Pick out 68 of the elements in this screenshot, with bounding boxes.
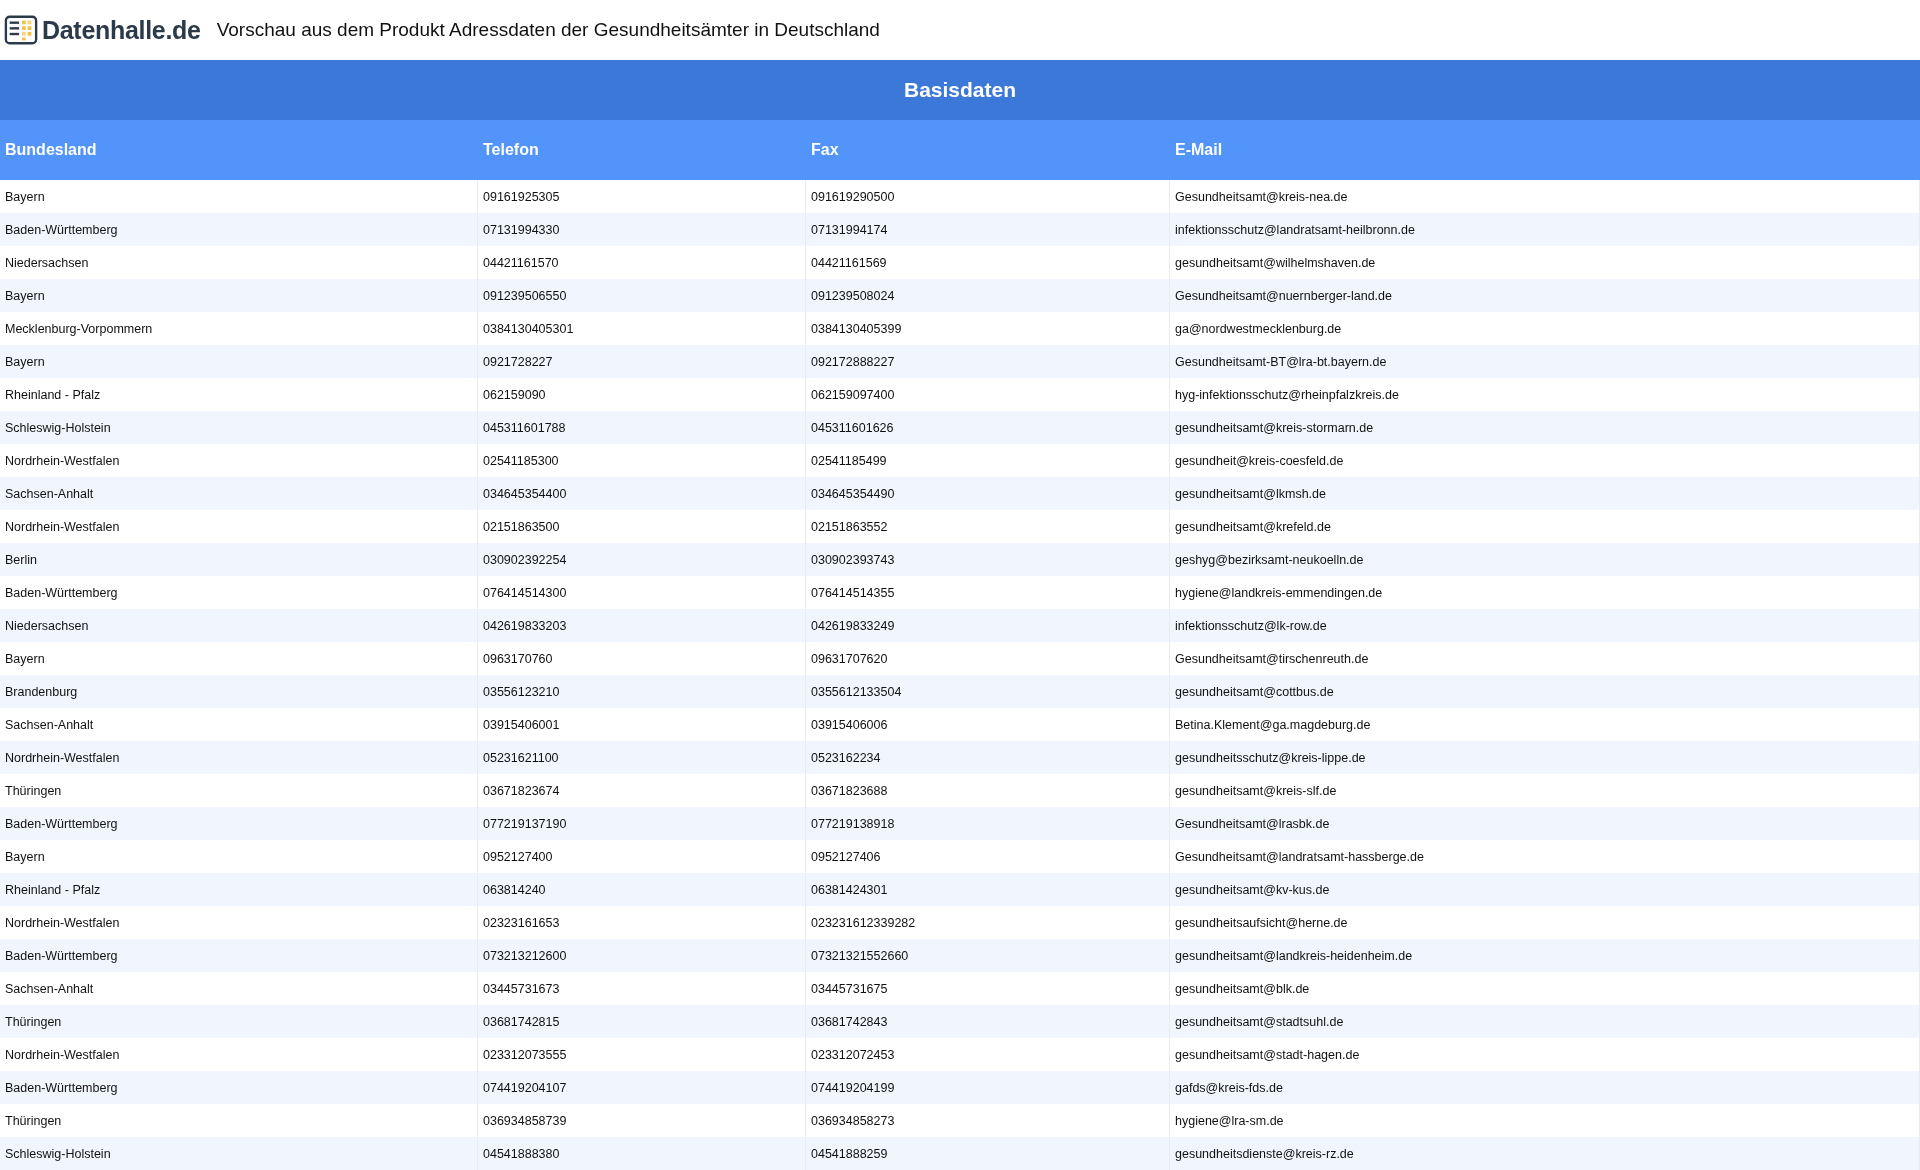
table-cell: 045311601626 [806, 411, 1170, 444]
table-cell: gesundheitsamt@landkreis-heidenheim.de [1170, 939, 1920, 972]
table-cell: Nordrhein-Westfalen [0, 741, 478, 774]
table-cell: gesundheitsamt@lkmsh.de [1170, 477, 1920, 510]
table-cell: 091239506550 [478, 279, 806, 312]
table-cell: Brandenburg [0, 675, 478, 708]
table-cell: Gesundheitsamt@lrasbk.de [1170, 807, 1920, 840]
table-cell: 04541888259 [806, 1137, 1170, 1170]
brand-name[interactable]: Datenhalle.de [42, 15, 201, 45]
table-cell: 0523162234 [806, 741, 1170, 774]
table-cell: 045311601788 [478, 411, 806, 444]
table-cell: infektionsschutz@landratsamt-heilbronn.de [1170, 213, 1920, 246]
table-cell: Baden-Württemberg [0, 807, 478, 840]
table-cell: Gesundheitsamt@nuernberger-land.de [1170, 279, 1920, 312]
table-cell: gesundheitsamt@kv-kus.de [1170, 873, 1920, 906]
table-cell: 030902392254 [478, 543, 806, 576]
table-cell: Schleswig-Holstein [0, 1137, 478, 1170]
table-cell: 091239508024 [806, 279, 1170, 312]
column-header: Telefon [478, 120, 806, 180]
table-cell: Bayern [0, 279, 478, 312]
column-header: Bundesland [0, 120, 478, 180]
table-cell: 0355612133504 [806, 675, 1170, 708]
table-cell: 04541888380 [478, 1137, 806, 1170]
table-cell: gesundheitsamt@stadtsuhl.de [1170, 1005, 1920, 1038]
table-cell: 074419204199 [806, 1071, 1170, 1104]
column-header: Fax [806, 120, 1170, 180]
table-cell: gesundheitsschutz@kreis-lippe.de [1170, 741, 1920, 774]
table-cell: Baden-Württemberg [0, 939, 478, 972]
table-title: Basisdaten [0, 60, 1920, 120]
table-cell: 034645354400 [478, 477, 806, 510]
table-cell: geshyg@bezirksamt-neukoelln.de [1170, 543, 1920, 576]
table-cell: 073213212600 [478, 939, 806, 972]
table-cell: 030902393743 [806, 543, 1170, 576]
table-cell: 077219137190 [478, 807, 806, 840]
logo-icon [4, 13, 38, 47]
table-cell: 0921728227 [478, 345, 806, 378]
table-cell: gafds@kreis-fds.de [1170, 1071, 1920, 1104]
table-cell: 07321321552660 [806, 939, 1170, 972]
table-cell: Baden-Württemberg [0, 1071, 478, 1104]
table-cell: Schleswig-Holstein [0, 411, 478, 444]
table-cell: 07131994174 [806, 213, 1170, 246]
table-cell: 042619833249 [806, 609, 1170, 642]
column-header: E-Mail [1170, 120, 1920, 180]
table-cell: 063814240 [478, 873, 806, 906]
table-cell: infektionsschutz@lk-row.de [1170, 609, 1920, 642]
table-cell: 034645354490 [806, 477, 1170, 510]
table-cell: Rheinland - Pfalz [0, 873, 478, 906]
table-cell: 03681742815 [478, 1005, 806, 1038]
table-cell: 03556123210 [478, 675, 806, 708]
table-cell: gesundheitsamt@cottbus.de [1170, 675, 1920, 708]
table-cell: Thüringen [0, 1005, 478, 1038]
table-cell: gesundheitsdienste@kreis-rz.de [1170, 1137, 1920, 1170]
table-cell: 077219138918 [806, 807, 1170, 840]
table-cell: 042619833203 [478, 609, 806, 642]
table-cell: gesundheitsamt@kreis-stormarn.de [1170, 411, 1920, 444]
table-cell: Berlin [0, 543, 478, 576]
table-cell: Gesundheitsamt-BT@lra-bt.bayern.de [1170, 345, 1920, 378]
table-cell: Baden-Württemberg [0, 213, 478, 246]
table-cell: 05231621100 [478, 741, 806, 774]
table-cell: Niedersachsen [0, 609, 478, 642]
table-cell: 074419204107 [478, 1071, 806, 1104]
table-cell: Bayern [0, 345, 478, 378]
table-cell: 03681742843 [806, 1005, 1170, 1038]
table-cell: 07131994330 [478, 213, 806, 246]
table-cell: 06381424301 [806, 873, 1170, 906]
page-title: Vorschau aus dem Produkt Adressdaten der Gesundheitsämter in Deutschland [216, 19, 880, 41]
table-cell: Sachsen-Anhalt [0, 477, 478, 510]
table-cell: 092172888227 [806, 345, 1170, 378]
